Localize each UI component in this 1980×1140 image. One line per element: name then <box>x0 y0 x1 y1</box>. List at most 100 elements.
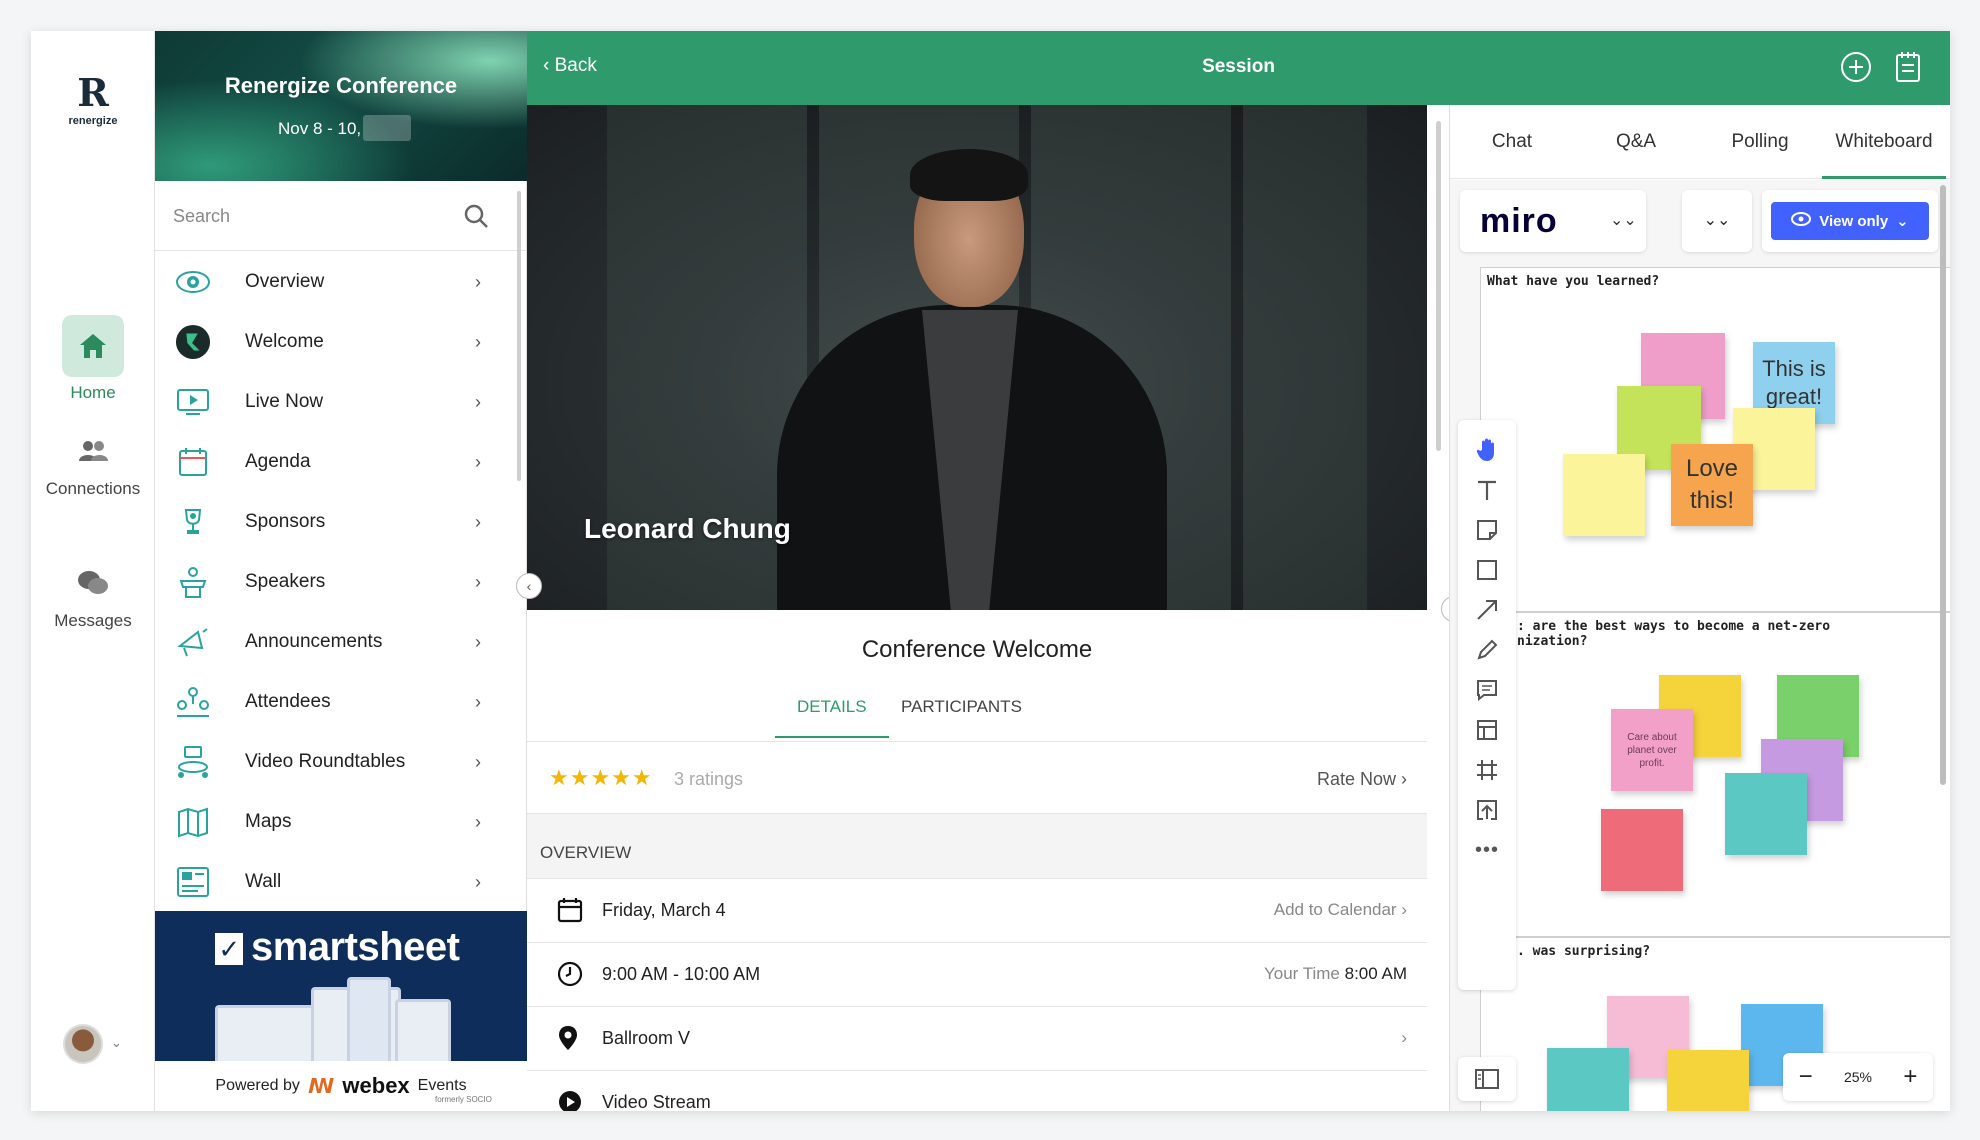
renergize-logo[interactable]: R renergize <box>61 70 125 128</box>
sticky-note-teal <box>1725 773 1807 855</box>
board-options-menu[interactable]: ⌄⌄ <box>1682 190 1752 252</box>
event-dates: Nov 8 - 10, <box>278 119 362 138</box>
eye-icon <box>175 264 211 300</box>
rail-item-messages[interactable]: Messages <box>31 561 155 631</box>
wall-icon <box>175 864 211 900</box>
tab-details[interactable]: DETAILS <box>775 696 889 738</box>
location-row[interactable]: Ballroom V › <box>527 1007 1427 1071</box>
nav-item-overview[interactable]: Overview › <box>155 252 527 312</box>
star-rating: ★★★★★ <box>549 765 653 790</box>
frame-tool-icon[interactable] <box>1458 750 1516 790</box>
text-tool-icon[interactable] <box>1458 470 1516 510</box>
content-scrollbar[interactable] <box>1436 121 1441 451</box>
nav-item-agenda[interactable]: Agenda › <box>155 432 527 492</box>
templates-tool-icon[interactable] <box>1458 710 1516 750</box>
tab-chat[interactable]: Chat <box>1450 105 1574 179</box>
upload-tool-icon[interactable] <box>1458 790 1516 830</box>
event-banner: Renergize Conference Nov 8 - 10, <box>155 31 527 181</box>
webex-mark-icon: ꟿ <box>307 1075 335 1098</box>
nav-item-maps[interactable]: Maps › <box>155 792 527 852</box>
date-row: Friday, March 4 Add to Calendar › <box>527 879 1427 943</box>
sticky-note-yellow-2 <box>1563 454 1645 536</box>
panel-tabs: Chat Q&A Polling Whiteboard <box>1450 105 1950 179</box>
pen-tool-icon[interactable] <box>1458 630 1516 670</box>
app-window: R renergize Home Connections Messages ⌄ <box>31 31 1950 1111</box>
tab-participants[interactable]: PARTICIPANTS <box>879 696 1044 738</box>
zoom-control: − 25% + <box>1783 1053 1933 1101</box>
tab-polling[interactable]: Polling <box>1698 105 1822 179</box>
comment-tool-icon[interactable] <box>1458 670 1516 710</box>
nav-item-label: Speakers <box>245 571 326 592</box>
zoom-out-button[interactable]: − <box>1799 1063 1813 1091</box>
nav-item-video-roundtables[interactable]: Video Roundtables › <box>155 732 527 792</box>
chevron-right-icon: › <box>475 451 481 472</box>
add-to-calendar-link[interactable]: Add to Calendar › <box>1274 900 1407 920</box>
video-stream-row[interactable]: Video Stream <box>527 1071 1427 1111</box>
search-bar <box>155 181 527 251</box>
nav-list: Overview › Welcome › Live Now › Agenda ›… <box>155 252 527 912</box>
left-rail: R renergize Home Connections Messages ⌄ <box>31 31 155 1111</box>
whiteboard[interactable]: What have you learned? This is great! Lo… <box>1450 180 1950 1111</box>
panel-toggle-icon[interactable] <box>1458 1057 1516 1101</box>
rate-now-link[interactable]: Rate Now › <box>1317 769 1407 790</box>
sticky-note-tool-icon[interactable] <box>1458 510 1516 550</box>
sticky-note-teal <box>1547 1048 1629 1111</box>
board-frame-2: : are the best ways to become a net-zero… <box>1480 612 1950 937</box>
monitor-play-icon <box>175 384 211 420</box>
whiteboard-canvas[interactable]: What have you learned? This is great! Lo… <box>1480 267 1950 1111</box>
megaphone-icon <box>175 624 211 660</box>
whiteboard-scrollbar[interactable] <box>1940 185 1946 785</box>
arrow-tool-icon[interactable] <box>1458 590 1516 630</box>
chevron-right-icon: › <box>475 571 481 592</box>
speaker-hair <box>910 149 1028 201</box>
view-only-button[interactable]: View only ⌄ <box>1771 202 1929 240</box>
hand-tool-icon[interactable] <box>1458 430 1516 470</box>
chevron-right-icon: › <box>475 631 481 652</box>
rail-item-connections[interactable]: Connections <box>31 429 155 499</box>
nav-item-welcome[interactable]: Welcome › <box>155 312 527 372</box>
nav-item-label: Maps <box>245 811 292 832</box>
miro-board-menu[interactable]: miro ⌄⌄ <box>1460 190 1646 252</box>
more-tools-icon[interactable]: ••• <box>1458 830 1516 870</box>
nav-item-attendees[interactable]: Attendees › <box>155 672 527 732</box>
search-input[interactable] <box>173 199 453 233</box>
tab-qa[interactable]: Q&A <box>1574 105 1698 179</box>
zoom-in-button[interactable]: + <box>1903 1063 1917 1091</box>
renergize-mark-icon: R <box>77 70 109 115</box>
double-chevron-down-icon[interactable]: ⌄⌄ <box>1610 210 1637 230</box>
sticky-note-yellow <box>1667 1050 1749 1111</box>
nav-scrollbar[interactable] <box>517 191 521 481</box>
nav-item-label: Video Roundtables <box>245 751 406 772</box>
video-player[interactable]: Leonard Chung <box>527 105 1427 610</box>
shape-tool-icon[interactable] <box>1458 550 1516 590</box>
nav-item-sponsors[interactable]: Sponsors › <box>155 492 527 552</box>
zoom-level: 25% <box>1843 1069 1873 1085</box>
time-row: 9:00 AM - 10:00 AM Your Time 8:00 AM <box>527 943 1427 1007</box>
sponsor-ad[interactable]: ✓ smartsheet Powered by ꟿ webex Events fo… <box>155 911 527 1111</box>
clock-icon <box>557 961 583 992</box>
nav-item-wall[interactable]: Wall › <box>155 852 527 912</box>
nav-item-speakers[interactable]: Speakers › <box>155 552 527 612</box>
double-chevron-down-icon: ⌄⌄ <box>1703 212 1731 229</box>
overview-section-header: OVERVIEW <box>527 813 1427 879</box>
nav-item-announcements[interactable]: Announcements › <box>155 612 527 672</box>
notes-icon[interactable] <box>1894 51 1922 88</box>
speaker-name: Leonard Chung <box>584 513 791 544</box>
search-icon[interactable] <box>463 203 489 234</box>
nav-item-live-now[interactable]: Live Now › <box>155 372 527 432</box>
tab-whiteboard[interactable]: Whiteboard <box>1822 105 1946 179</box>
chevron-right-icon: › <box>1401 1028 1407 1047</box>
nav-item-label: Announcements <box>245 631 383 652</box>
avatar[interactable] <box>63 1024 103 1064</box>
collapse-nav-button[interactable]: ‹ <box>516 573 542 599</box>
rail-item-home[interactable]: Home <box>31 315 155 403</box>
header-actions <box>1840 51 1922 88</box>
chevron-down-icon: ⌄ <box>1896 213 1909 230</box>
chevron-right-icon: › <box>475 691 481 712</box>
frame-question: What have you learned? <box>1487 274 1660 289</box>
formerly-socio-label: formerly SOCIO <box>435 1095 492 1104</box>
location-pin-icon <box>557 1025 579 1056</box>
chevron-right-icon: › <box>1401 769 1407 789</box>
add-circle-icon[interactable] <box>1840 51 1872 88</box>
chevron-down-icon[interactable]: ⌄ <box>111 1035 122 1051</box>
